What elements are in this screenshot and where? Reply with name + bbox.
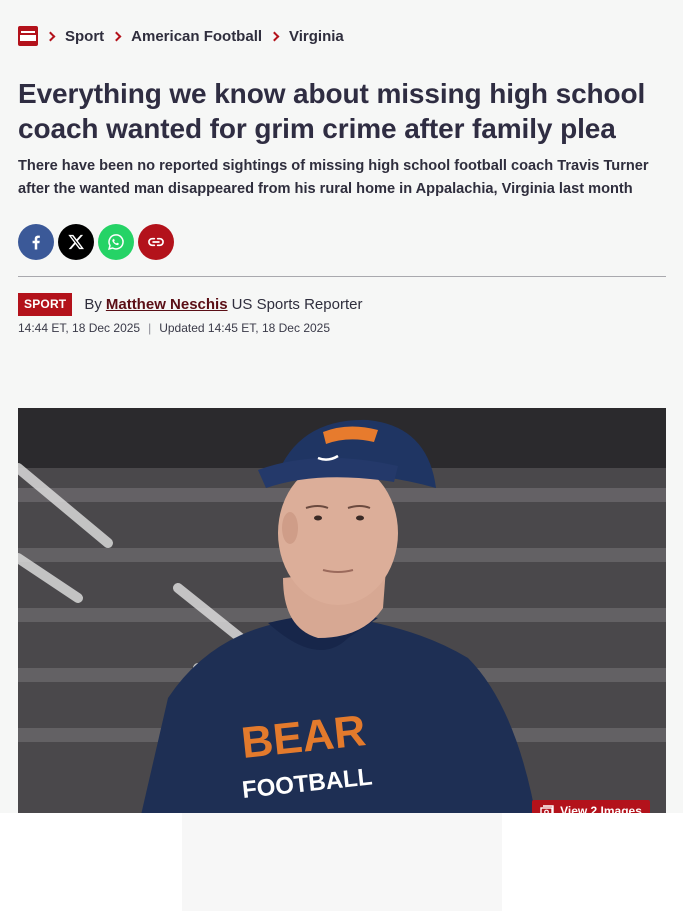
ad-slot[interactable] (182, 813, 502, 911)
breadcrumb: Sport American Football Virginia (18, 25, 344, 47)
separator: | (148, 321, 152, 335)
share-bar (18, 224, 174, 260)
divider (18, 276, 666, 277)
x-share-button[interactable] (58, 224, 94, 260)
breadcrumb-american-football[interactable]: American Football (131, 28, 262, 45)
hero-photo-illustration: BEAR FOOTBALL (18, 408, 666, 828)
facebook-icon (32, 235, 40, 250)
published-time: 14:44 ET, 18 Dec 2025 (18, 321, 141, 335)
breadcrumb-sport[interactable]: Sport (65, 28, 104, 45)
author-link[interactable]: Matthew Neschis (106, 296, 228, 313)
author-role: US Sports Reporter (231, 296, 363, 313)
copy-link-button[interactable] (138, 224, 174, 260)
chevron-right-icon (269, 31, 280, 41)
timestamps: 14:44 ET, 18 Dec 2025 | Updated 14:45 ET… (18, 321, 330, 335)
updated-time: Updated 14:45 ET, 18 Dec 2025 (159, 321, 331, 335)
byline-prefix: By (84, 296, 102, 313)
chevron-right-icon (45, 31, 56, 41)
whatsapp-icon (108, 234, 124, 250)
article-standfirst: There have been no reported sightings of… (18, 158, 649, 197)
whatsapp-share-button[interactable] (98, 224, 134, 260)
chevron-right-icon (111, 31, 122, 41)
hero-image[interactable]: BEAR FOOTBALL (18, 408, 666, 828)
mirror-logo-icon[interactable] (18, 26, 38, 46)
x-icon (68, 234, 84, 250)
breadcrumb-virginia[interactable]: Virginia (289, 28, 344, 45)
article-headline: Everything we know about missing high sc… (18, 78, 646, 144)
byline: SPORT By Matthew Neschis US Sports Repor… (18, 293, 362, 316)
facebook-share-button[interactable] (18, 224, 54, 260)
category-tag[interactable]: SPORT (18, 293, 73, 316)
link-icon (148, 237, 164, 247)
